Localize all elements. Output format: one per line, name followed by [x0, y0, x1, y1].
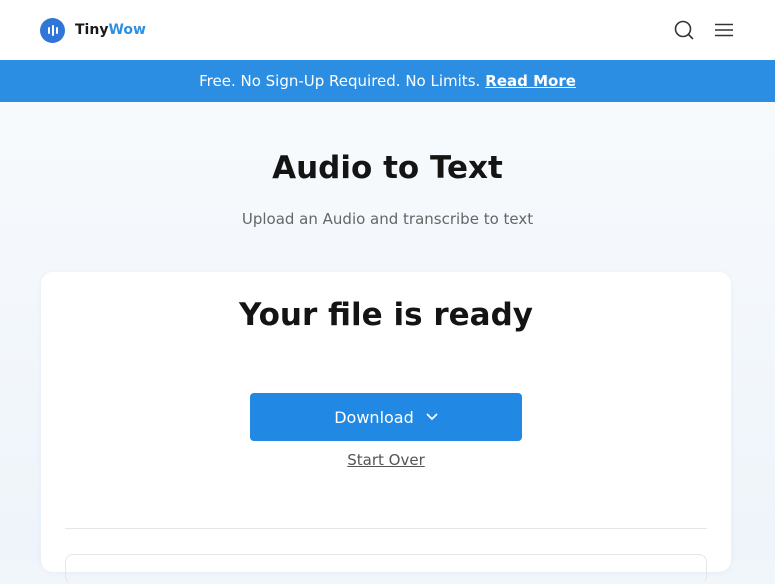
- read-more-link[interactable]: Read More: [485, 72, 576, 90]
- top-navbar: TinyWow: [0, 0, 775, 60]
- logo-text-accent: Wow: [108, 22, 146, 38]
- result-title: Your file is ready: [239, 297, 533, 333]
- logo-wordmark[interactable]: TinyWow: [75, 22, 146, 38]
- transcript-box: [65, 554, 707, 584]
- download-label: Download: [334, 407, 414, 427]
- banner-text: Free. No Sign-Up Required. No Limits.: [199, 72, 481, 90]
- divider: [65, 528, 707, 529]
- logo-text-dark: Tiny: [75, 22, 109, 38]
- search-icon[interactable]: [673, 19, 695, 41]
- menu-icon[interactable]: [713, 19, 735, 41]
- logo-icon[interactable]: [40, 17, 65, 43]
- page-subtitle: Upload an Audio and transcribe to text: [241, 210, 534, 228]
- download-button[interactable]: Download: [250, 393, 522, 441]
- chevron-down-icon: [426, 413, 438, 420]
- page-title: Audio to Text: [272, 150, 503, 186]
- topbar-actions: [673, 19, 735, 41]
- result-card: Your file is ready Download Start Over: [41, 272, 731, 584]
- start-over-link[interactable]: Start Over: [41, 451, 731, 469]
- promo-banner: Free. No Sign-Up Required. No Limits. Re…: [0, 60, 775, 102]
